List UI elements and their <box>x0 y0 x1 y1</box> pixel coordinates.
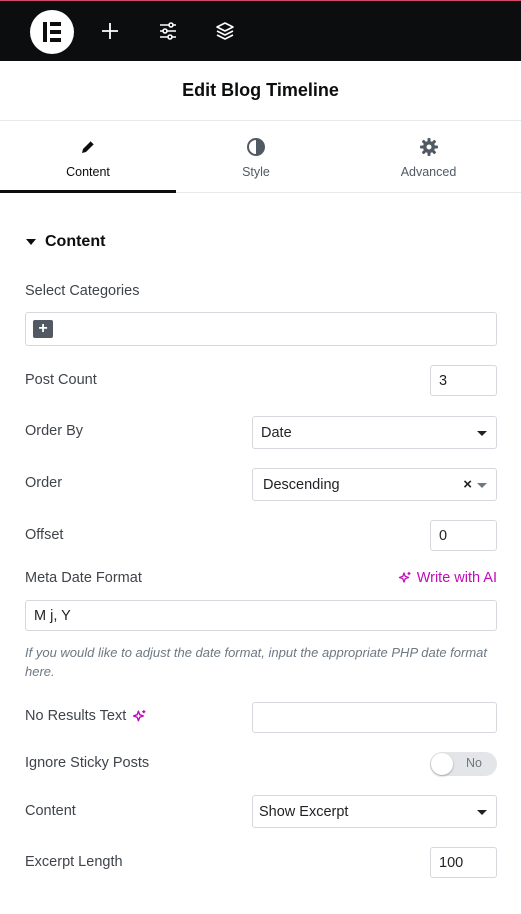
plus-icon: + <box>38 320 48 337</box>
sparkle-icon <box>398 572 411 583</box>
panel-header: Edit Blog Timeline <box>0 61 521 121</box>
ai-sparkle-icon[interactable] <box>132 709 147 724</box>
order-by-select[interactable]: Date <box>252 416 497 449</box>
categories-select[interactable]: + <box>25 312 497 346</box>
site-settings-button[interactable] <box>153 16 183 46</box>
post-count-label: Post Count <box>25 372 97 388</box>
clear-icon[interactable]: × <box>463 476 472 493</box>
write-with-ai-label: Write with AI <box>416 570 497 586</box>
elementor-logo-icon[interactable] <box>30 10 74 54</box>
toggle-knob <box>431 753 453 775</box>
no-results-input[interactable] <box>252 702 497 733</box>
order-by-label: Order By <box>25 423 84 439</box>
tab-label: Style <box>242 165 270 179</box>
tab-label: Content <box>66 165 110 179</box>
offset-label: Offset <box>25 527 64 543</box>
order-by-value: Date <box>261 424 292 441</box>
no-results-label: No Results Text <box>25 708 147 724</box>
half-circle-icon <box>247 138 265 156</box>
content-value: Show Excerpt <box>259 803 349 820</box>
order-label: Order <box>25 475 63 491</box>
structure-button[interactable] <box>210 16 240 46</box>
ignore-sticky-label: Ignore Sticky Posts <box>25 755 150 771</box>
excerpt-length-label: Excerpt Length <box>25 854 123 870</box>
plus-icon <box>102 23 118 39</box>
content-select[interactable]: Show Excerpt <box>252 795 497 828</box>
panel-title: Edit Blog Timeline <box>182 80 339 100</box>
chevron-down-icon <box>477 482 487 488</box>
top-bar <box>0 0 521 61</box>
order-select[interactable]: Descending × <box>252 468 497 501</box>
excerpt-length-value: 100 <box>439 854 464 871</box>
categories-label: Select Categories <box>25 283 140 299</box>
meta-date-format-label: Meta Date Format <box>25 570 142 586</box>
offset-input[interactable]: 0 <box>430 520 497 551</box>
date-format-hint: If you would like to adjust the date for… <box>25 645 488 679</box>
gear-icon <box>419 138 438 156</box>
meta-date-format-input[interactable]: M j, Y <box>25 600 497 631</box>
order-value: Descending <box>263 476 340 493</box>
add-element-button[interactable] <box>95 16 125 46</box>
caret-down-icon <box>26 239 36 245</box>
post-count-input[interactable]: 3 <box>430 365 497 396</box>
section-toggle-content[interactable]: Content <box>26 232 105 252</box>
pencil-icon <box>82 140 95 153</box>
tab-style[interactable]: Style <box>176 121 336 193</box>
excerpt-length-input[interactable]: 100 <box>430 847 497 878</box>
chevron-down-icon <box>477 430 487 436</box>
offset-value: 0 <box>439 527 448 544</box>
panel-tabs: Content Style Advanced <box>0 121 521 193</box>
tab-advanced[interactable]: Advanced <box>336 121 521 193</box>
layers-icon <box>216 22 234 40</box>
content-label: Content <box>25 803 76 819</box>
sliders-icon <box>160 22 176 40</box>
write-with-ai-button[interactable]: Write with AI <box>398 570 497 586</box>
post-count-value: 3 <box>439 372 448 389</box>
no-results-label-text: No Results Text <box>25 708 127 724</box>
tab-label: Advanced <box>400 165 457 179</box>
section-title: Content <box>45 233 106 250</box>
chevron-down-icon <box>477 809 487 815</box>
add-category-button[interactable]: + <box>33 320 53 338</box>
meta-date-format-value: M j, Y <box>34 607 71 624</box>
tab-content[interactable]: Content <box>0 121 176 193</box>
ignore-sticky-toggle[interactable]: No <box>430 752 497 776</box>
toggle-state-label: No <box>466 756 482 770</box>
